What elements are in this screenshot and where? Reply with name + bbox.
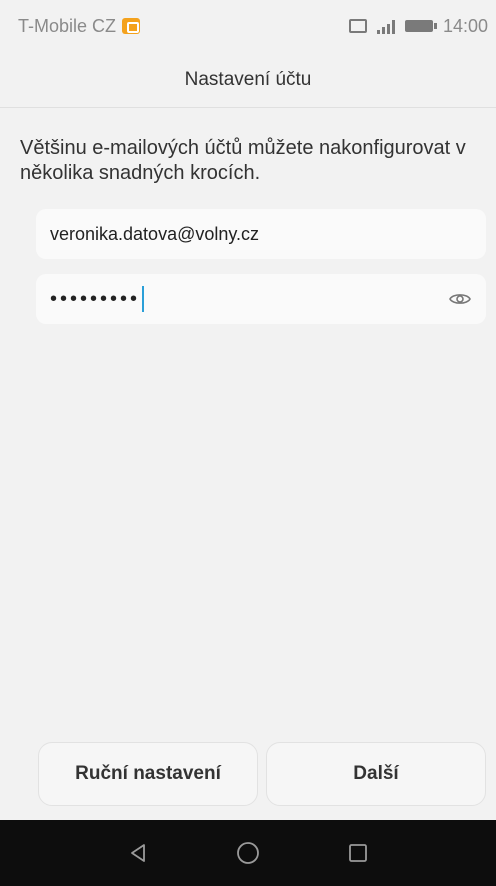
password-field[interactable]: ••••••••• xyxy=(36,274,486,324)
manual-setup-button[interactable]: Ruční nastavení xyxy=(38,742,258,806)
next-label: Další xyxy=(353,763,399,784)
account-setup-form: Většinu e-mailových účtů můžete nakonfig… xyxy=(0,108,496,820)
battery-icon xyxy=(404,20,437,32)
password-input-wrap: ••••••••• xyxy=(50,286,145,312)
manual-setup-label: Ruční nastavení xyxy=(75,763,221,784)
page-title: Nastavení účtu xyxy=(184,68,312,90)
status-left: T-Mobile CZ xyxy=(18,15,141,37)
home-icon[interactable] xyxy=(228,833,268,873)
status-bar: T-Mobile CZ 14:00 xyxy=(0,0,496,52)
signal-icon xyxy=(376,18,395,34)
navigation-bar xyxy=(0,820,496,886)
notification-icon xyxy=(122,18,141,34)
carrier-label: T-Mobile CZ xyxy=(18,15,117,36)
text-cursor xyxy=(142,286,145,312)
email-value: veronika.datova@volny.cz xyxy=(50,223,260,244)
status-right: 14:00 xyxy=(348,15,488,37)
back-icon[interactable] xyxy=(118,833,158,873)
eye-icon[interactable] xyxy=(448,287,472,311)
next-button[interactable]: Další xyxy=(266,742,486,806)
sim-icon xyxy=(348,19,367,33)
password-value: ••••••••• xyxy=(50,287,141,310)
clock: 14:00 xyxy=(442,15,488,36)
title-bar: Nastavení účtu xyxy=(0,52,496,108)
email-field[interactable]: veronika.datova@volny.cz xyxy=(36,209,486,259)
intro-text: Většinu e-mailových účtů můžete nakonfig… xyxy=(20,137,466,184)
recents-icon[interactable] xyxy=(338,833,378,873)
